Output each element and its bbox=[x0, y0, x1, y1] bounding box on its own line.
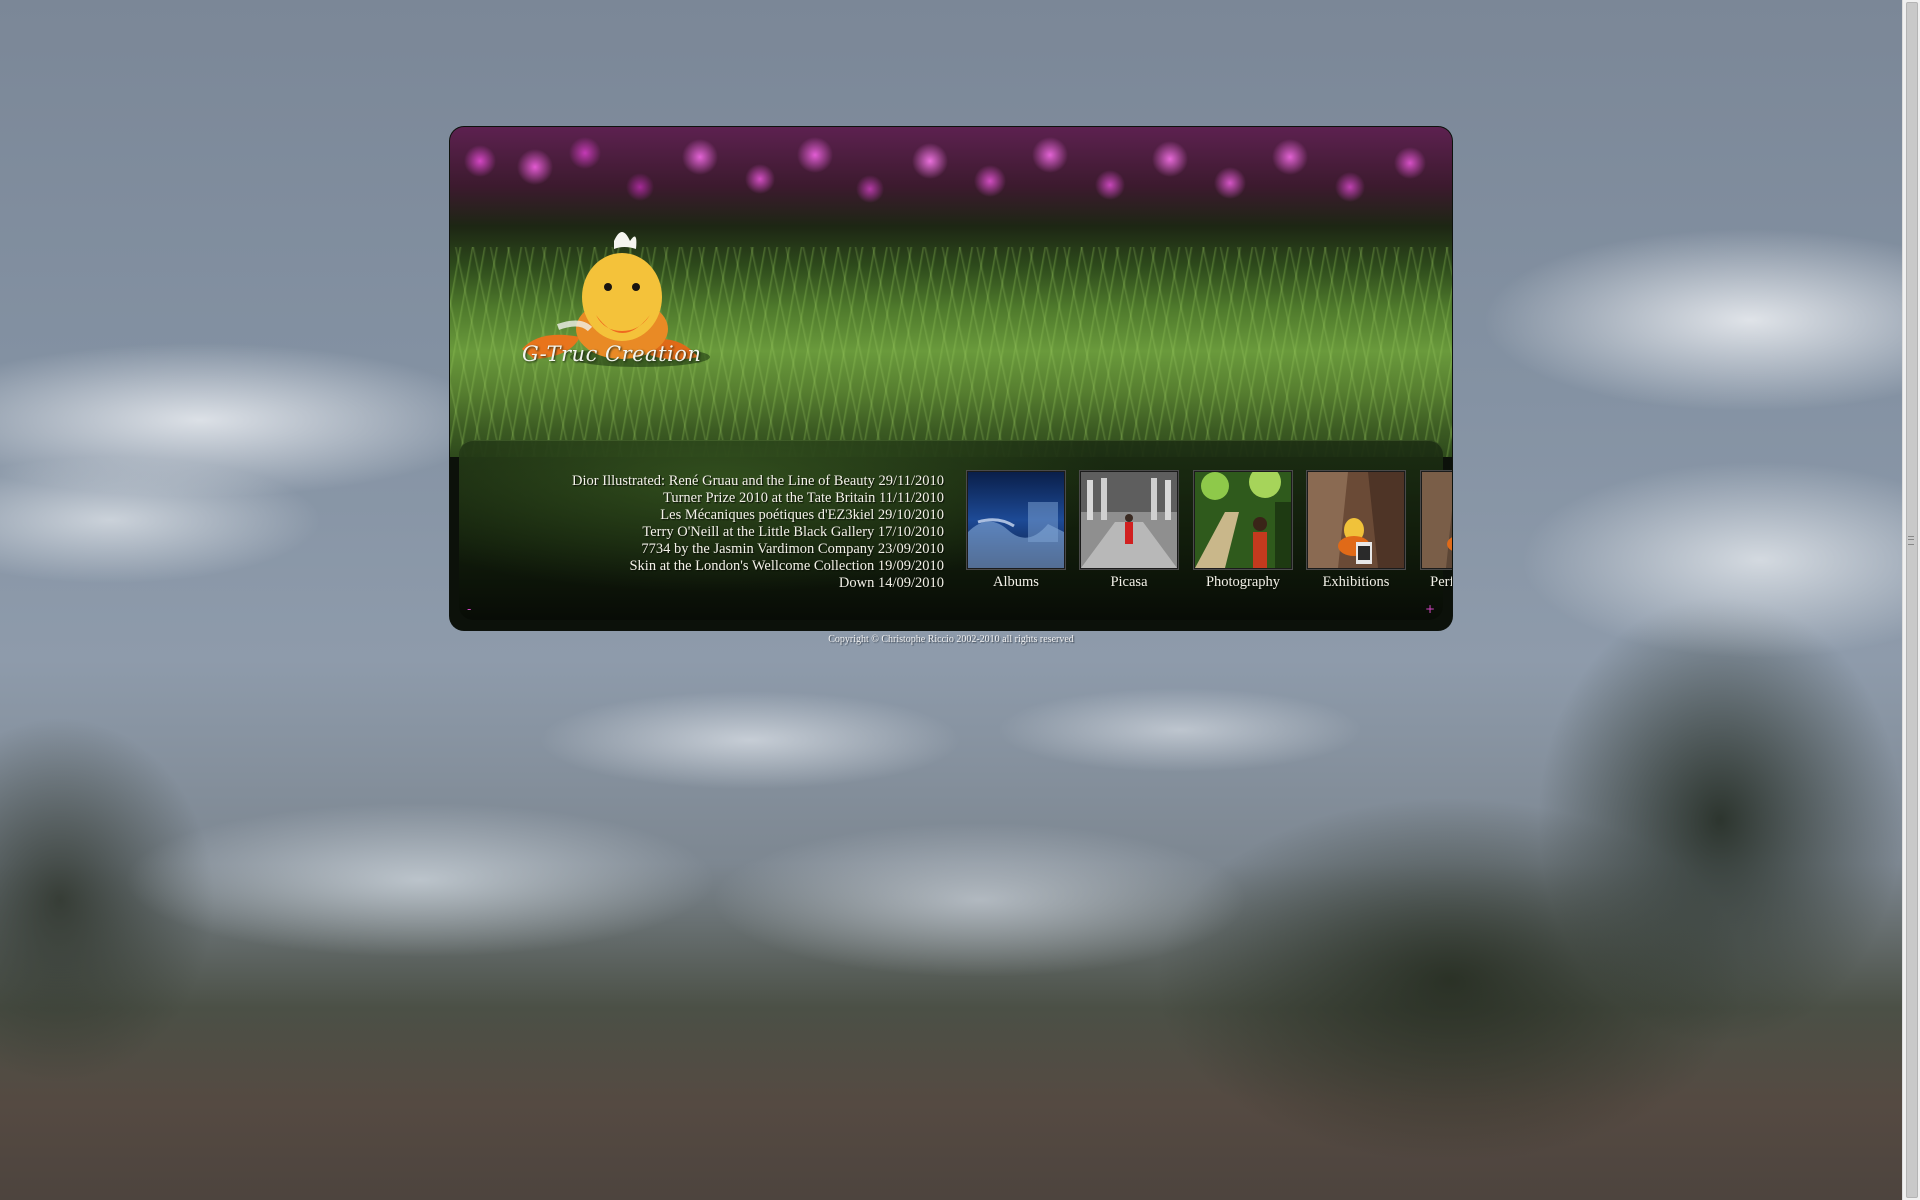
gallery-label: Albums bbox=[993, 574, 1039, 590]
next-arrow-button[interactable]: + bbox=[1425, 602, 1435, 616]
page-scrollbar[interactable] bbox=[1902, 0, 1920, 1200]
gallery-link-performances[interactable]: Performances bbox=[1421, 471, 1452, 591]
scrollbar-grip-icon bbox=[1908, 536, 1914, 545]
prev-arrow-button[interactable]: - bbox=[467, 602, 471, 616]
picasa-thumbnail[interactable] bbox=[1080, 471, 1178, 569]
gallery-label: Performances bbox=[1430, 574, 1452, 590]
news-item[interactable]: 7734 by the Jasmin Vardimon Company 23/0… bbox=[572, 541, 944, 558]
gallery-label: Photography bbox=[1205, 574, 1281, 590]
exhibitions-thumbnail[interactable] bbox=[1307, 471, 1405, 569]
news-item[interactable]: Dior Illustrated: René Gruau and the Lin… bbox=[572, 473, 944, 490]
gallery-link-picasa[interactable]: Picasa bbox=[1080, 471, 1178, 591]
header-banner: G-Truc Creation bbox=[450, 127, 1452, 457]
albums-thumbnail[interactable] bbox=[967, 471, 1065, 569]
news-item[interactable]: Les Mécaniques poétiques d'EZ3kiel 29/10… bbox=[572, 507, 944, 524]
scrollbar-thumb[interactable] bbox=[1906, 2, 1918, 1198]
gallery-label: Picasa bbox=[1110, 574, 1148, 590]
news-item[interactable]: Skin at the London's Wellcome Collection… bbox=[572, 558, 944, 575]
performances-thumbnail[interactable] bbox=[1421, 471, 1452, 569]
site-frame: G-Truc Creation Dior Illustrated: René G… bbox=[450, 127, 1452, 630]
gallery-link-exhibitions[interactable]: Exhibitions bbox=[1307, 471, 1405, 591]
news-list: Dior Illustrated: René Gruau and the Lin… bbox=[572, 473, 944, 592]
news-item[interactable]: Down 14/09/2010 bbox=[572, 575, 944, 592]
content-panel: Dior Illustrated: René Gruau and the Lin… bbox=[459, 440, 1452, 620]
gallery-label: Exhibitions bbox=[1322, 574, 1390, 590]
gallery-nav: Albums Picasa Photography Exhibitions Pe… bbox=[967, 471, 1452, 601]
photography-thumbnail[interactable] bbox=[1194, 471, 1292, 569]
site-title: G-Truc Creation bbox=[522, 342, 702, 366]
duck-mascot-image bbox=[522, 232, 710, 367]
gallery-link-albums[interactable]: Albums bbox=[967, 471, 1065, 591]
news-item[interactable]: Terry O'Neill at the Little Black Galler… bbox=[572, 524, 944, 541]
copyright-notice: Copyright © Christophe Riccio 2002-2010 … bbox=[828, 634, 1074, 645]
news-item[interactable]: Turner Prize 2010 at the Tate Britain 11… bbox=[572, 490, 944, 507]
gallery-link-photography[interactable]: Photography bbox=[1194, 471, 1292, 591]
